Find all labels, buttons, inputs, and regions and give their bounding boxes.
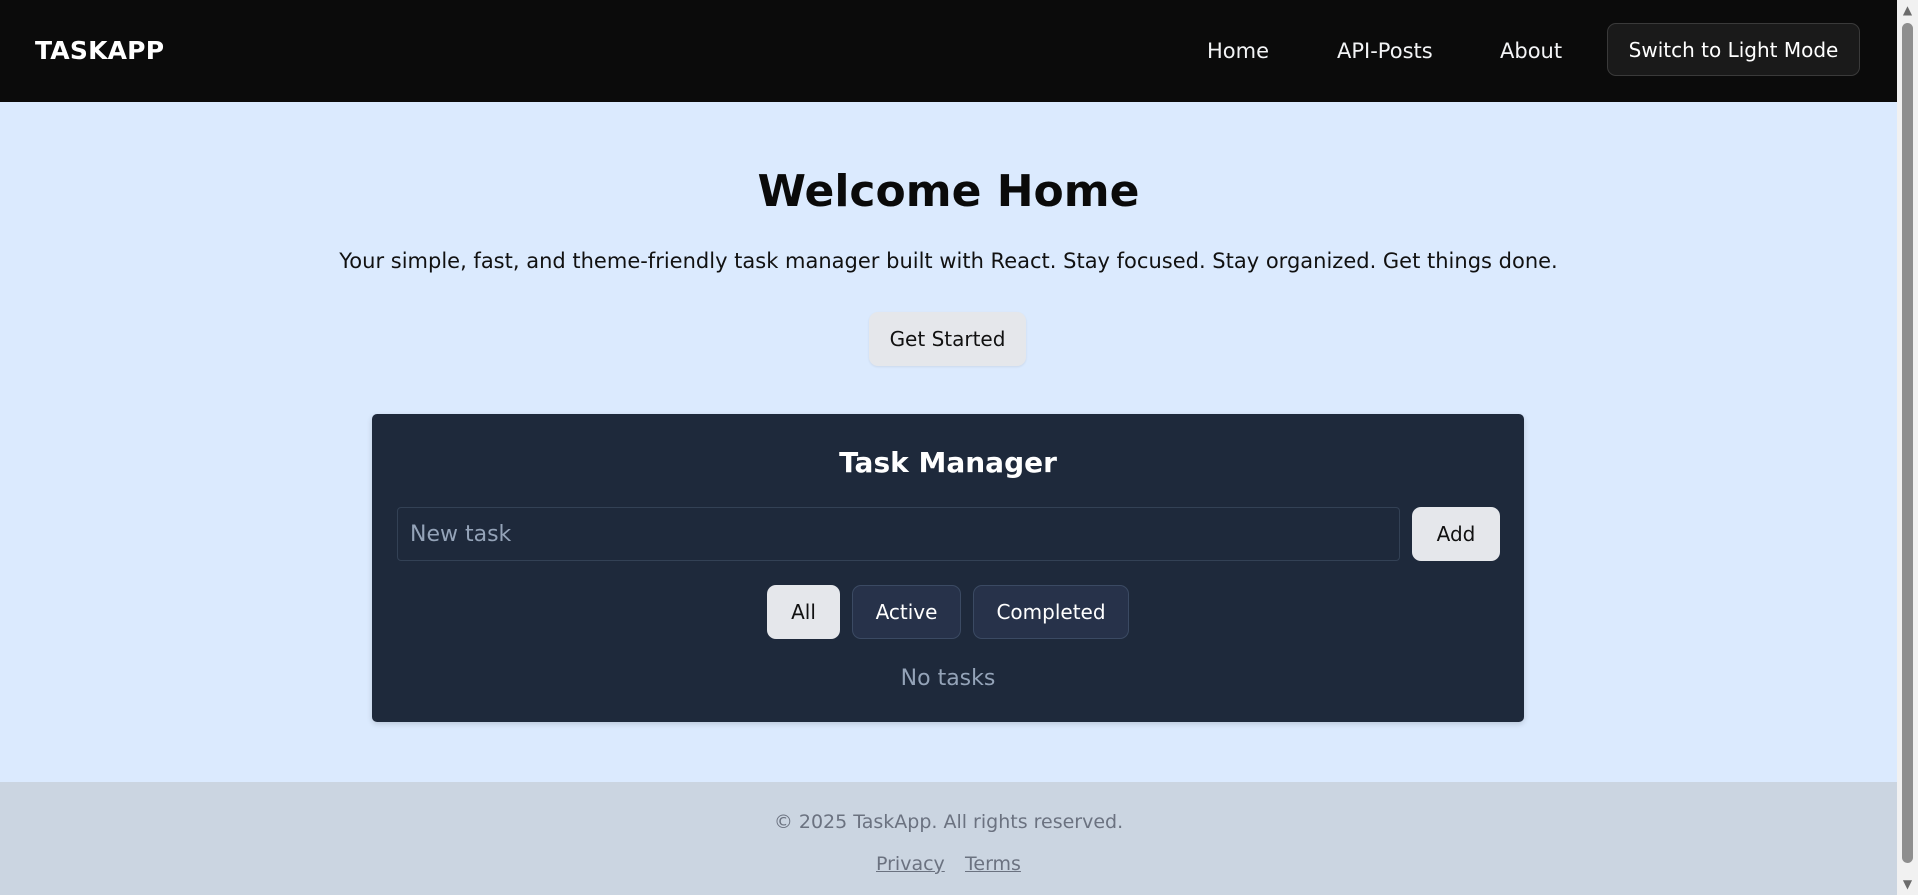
- footer-link-privacy[interactable]: Privacy: [876, 851, 945, 877]
- add-task-button[interactable]: Add: [1412, 507, 1500, 561]
- brand-logo[interactable]: TASKAPP: [35, 34, 164, 68]
- empty-tasks-message: No tasks: [900, 666, 996, 691]
- scroll-down-arrow-icon[interactable]: ▼: [1897, 876, 1918, 893]
- scrollbar-thumb[interactable]: [1902, 23, 1913, 863]
- nav-link-home[interactable]: Home: [1207, 36, 1269, 66]
- nav-link-about[interactable]: About: [1500, 36, 1562, 66]
- filter-active-button[interactable]: Active: [852, 585, 961, 639]
- page-title: Welcome Home: [757, 166, 1140, 217]
- main-content: Welcome Home Your simple, fast, and them…: [0, 102, 1897, 782]
- nav-link-api-posts[interactable]: API-Posts: [1337, 36, 1433, 66]
- task-manager-card: Task Manager Add All Active Completed No…: [372, 414, 1524, 722]
- new-task-input[interactable]: [397, 507, 1400, 561]
- copyright-text: © 2025 TaskApp. All rights reserved.: [773, 811, 1124, 833]
- navbar: TASKAPP Home API-Posts About Switch to L…: [0, 0, 1897, 102]
- filter-completed-button[interactable]: Completed: [973, 585, 1129, 639]
- filter-all-button[interactable]: All: [767, 585, 840, 639]
- hero-subtitle: Your simple, fast, and theme-friendly ta…: [339, 249, 1558, 273]
- task-manager-title: Task Manager: [839, 446, 1057, 479]
- get-started-button[interactable]: Get Started: [869, 312, 1026, 366]
- theme-toggle-button[interactable]: Switch to Light Mode: [1607, 23, 1860, 76]
- footer-link-terms[interactable]: Terms: [965, 851, 1021, 877]
- vertical-scrollbar[interactable]: ▲ ▼: [1897, 0, 1918, 895]
- footer: © 2025 TaskApp. All rights reserved. Pri…: [0, 782, 1897, 895]
- scroll-up-arrow-icon[interactable]: ▲: [1897, 2, 1918, 19]
